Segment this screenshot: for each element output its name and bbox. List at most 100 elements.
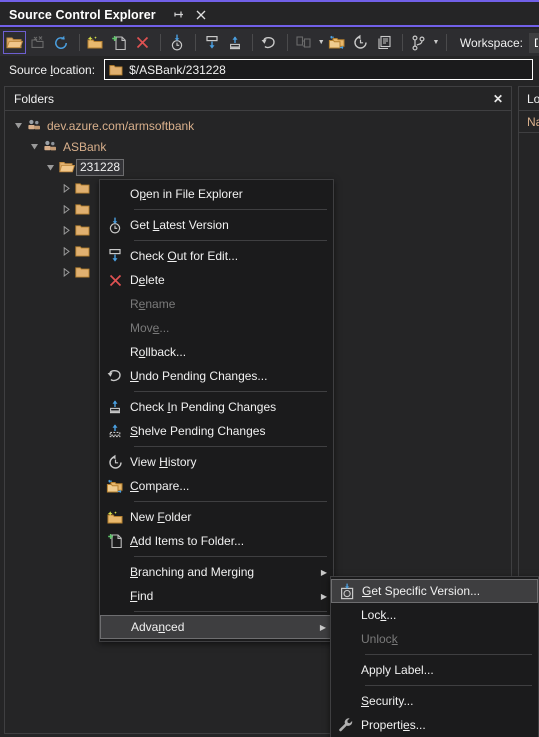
- name-column-label: Na: [527, 114, 539, 129]
- menu-item-properties[interactable]: Properties...: [331, 713, 538, 737]
- menu-item-delete[interactable]: Delete: [100, 268, 333, 292]
- menu-item-label: Get Specific Version...: [362, 584, 481, 598]
- add-file-icon[interactable]: [108, 31, 131, 54]
- source-location-value: $/ASBank/231228: [129, 62, 226, 77]
- menu-item-new-folder[interactable]: New Folder: [100, 505, 333, 529]
- delete-x-icon[interactable]: [132, 31, 155, 54]
- check-out-icon: [100, 244, 130, 268]
- name-column-header[interactable]: Na: [519, 111, 539, 133]
- wrench-icon: [331, 713, 361, 737]
- open-folder-button[interactable]: [3, 31, 26, 54]
- unmap-icon[interactable]: [27, 31, 50, 54]
- menu-item-label: Get Latest Version: [130, 218, 229, 232]
- tree-node[interactable]: dev.azure.com/armsoftbank: [5, 115, 511, 136]
- menu-separator: [134, 240, 327, 241]
- source-control-explorer-window: Source Control Explorer ▼ ▼ Workspace: S…: [0, 0, 539, 737]
- menu-item-rollback[interactable]: Rollback...: [100, 340, 333, 364]
- separator: [445, 34, 447, 51]
- folder-icon: [109, 64, 123, 76]
- menu-item-compare[interactable]: Compare...: [100, 474, 333, 498]
- close-icon[interactable]: [192, 6, 210, 24]
- compare-folders-icon[interactable]: [326, 31, 349, 54]
- separator: [78, 34, 80, 51]
- folder-icon: [73, 245, 92, 258]
- expander-collapsed-icon[interactable]: [59, 178, 73, 199]
- tree-node[interactable]: ASBank: [5, 136, 511, 157]
- branch-icon[interactable]: [408, 31, 431, 54]
- menu-item-label: Shelve Pending Changes: [130, 424, 266, 438]
- local-path-panel-title: Lo: [527, 91, 539, 106]
- expander-collapsed-icon[interactable]: [59, 199, 73, 220]
- menu-item-branching-and-merging[interactable]: Branching and Merging ▶: [100, 560, 333, 584]
- folder-icon: [73, 182, 92, 195]
- menu-item-get-latest-version[interactable]: Get Latest Version: [100, 213, 333, 237]
- server-icon: [41, 140, 60, 154]
- workspace-combo[interactable]: DENITRO: [529, 32, 539, 53]
- undo-icon[interactable]: [258, 31, 281, 54]
- separator: [401, 34, 403, 51]
- menu-item-label: Rollback...: [130, 345, 187, 359]
- context-menu[interactable]: Open in File Explorer Get Latest Version C…: [99, 179, 334, 642]
- source-location-input[interactable]: $/ASBank/231228: [104, 59, 533, 80]
- menu-item-lock[interactable]: Lock...: [331, 603, 538, 627]
- menu-item-add-items-to-folder[interactable]: Add Items to Folder...: [100, 529, 333, 553]
- new-folder-icon[interactable]: [85, 31, 108, 54]
- menu-item-advanced[interactable]: Advanced ▶: [100, 615, 333, 639]
- submenu-arrow-icon: ▶: [320, 591, 327, 601]
- history-icon[interactable]: [350, 31, 373, 54]
- expander-collapsed-icon[interactable]: [59, 241, 73, 262]
- submenu-arrow-icon: ▶: [320, 567, 327, 577]
- menu-icon-placeholder: [331, 658, 361, 682]
- title-accent-underline: [0, 25, 539, 27]
- expander-expanded-icon[interactable]: [11, 115, 25, 136]
- menu-item-undo-pending-changes[interactable]: Undo Pending Changes...: [100, 364, 333, 388]
- menu-item-find[interactable]: Find ▶: [100, 584, 333, 608]
- menu-item-check-out-for-edit[interactable]: Check Out for Edit...: [100, 244, 333, 268]
- local-path-panel-header: Lo: [519, 87, 539, 111]
- shelve-icon: [100, 419, 130, 443]
- compare-files-icon[interactable]: [293, 31, 316, 54]
- menu-item-label: Properties...: [361, 718, 426, 732]
- menu-item-security[interactable]: Security...: [331, 689, 538, 713]
- tool-window-title-bar: Source Control Explorer: [0, 0, 539, 27]
- check-in-icon: [100, 395, 130, 419]
- find-changeset-icon[interactable]: [373, 31, 396, 54]
- check-out-icon[interactable]: [200, 31, 223, 54]
- check-in-icon[interactable]: [224, 31, 247, 54]
- folders-panel-title: Folders: [14, 91, 55, 106]
- menu-item-apply-label[interactable]: Apply Label...: [331, 658, 538, 682]
- menu-item-view-history[interactable]: View History: [100, 450, 333, 474]
- folder-icon: [73, 266, 92, 279]
- menu-item-label: Move...: [130, 321, 170, 335]
- expander-expanded-icon[interactable]: [27, 136, 41, 157]
- menu-item-get-specific-version[interactable]: Get Specific Version...: [331, 579, 538, 603]
- menu-item-label: Delete: [130, 273, 165, 287]
- expander-collapsed-icon[interactable]: [59, 220, 73, 241]
- menu-item-open-in-file-explorer[interactable]: Open in File Explorer: [100, 182, 333, 206]
- menu-item-check-in-pending-changes[interactable]: Check In Pending Changes: [100, 395, 333, 419]
- toolbar: ▼ ▼ Workspace:: [0, 29, 539, 56]
- add-file-icon: [100, 529, 130, 553]
- menu-item-label: Advanced: [131, 620, 185, 634]
- get-version-icon[interactable]: [166, 31, 189, 54]
- separator: [194, 34, 196, 51]
- menu-separator: [134, 446, 327, 447]
- close-icon[interactable]: ✕: [493, 92, 503, 106]
- menu-separator: [365, 654, 532, 655]
- page-title: Source Control Explorer: [9, 7, 156, 22]
- refresh-icon[interactable]: [50, 31, 73, 54]
- menu-item-label: New Folder: [130, 510, 192, 524]
- history-icon: [100, 450, 130, 474]
- tree-node-label: dev.azure.com/armsoftbank: [47, 118, 195, 133]
- expander-expanded-icon[interactable]: [43, 157, 57, 178]
- menu-item-label: Check Out for Edit...: [130, 249, 239, 263]
- menu-item-shelve-pending-changes[interactable]: Shelve Pending Changes: [100, 419, 333, 443]
- expander-collapsed-icon[interactable]: [59, 262, 73, 283]
- menu-icon-placeholder: [100, 560, 130, 584]
- caret-down-icon[interactable]: ▼: [316, 31, 326, 54]
- advanced-submenu[interactable]: Get Specific Version... Lock... Unlock Appl…: [330, 576, 539, 737]
- caret-down-icon[interactable]: ▼: [431, 31, 441, 54]
- menu-separator: [134, 501, 327, 502]
- pin-icon[interactable]: [170, 6, 188, 24]
- tree-node[interactable]: 231228: [5, 157, 511, 178]
